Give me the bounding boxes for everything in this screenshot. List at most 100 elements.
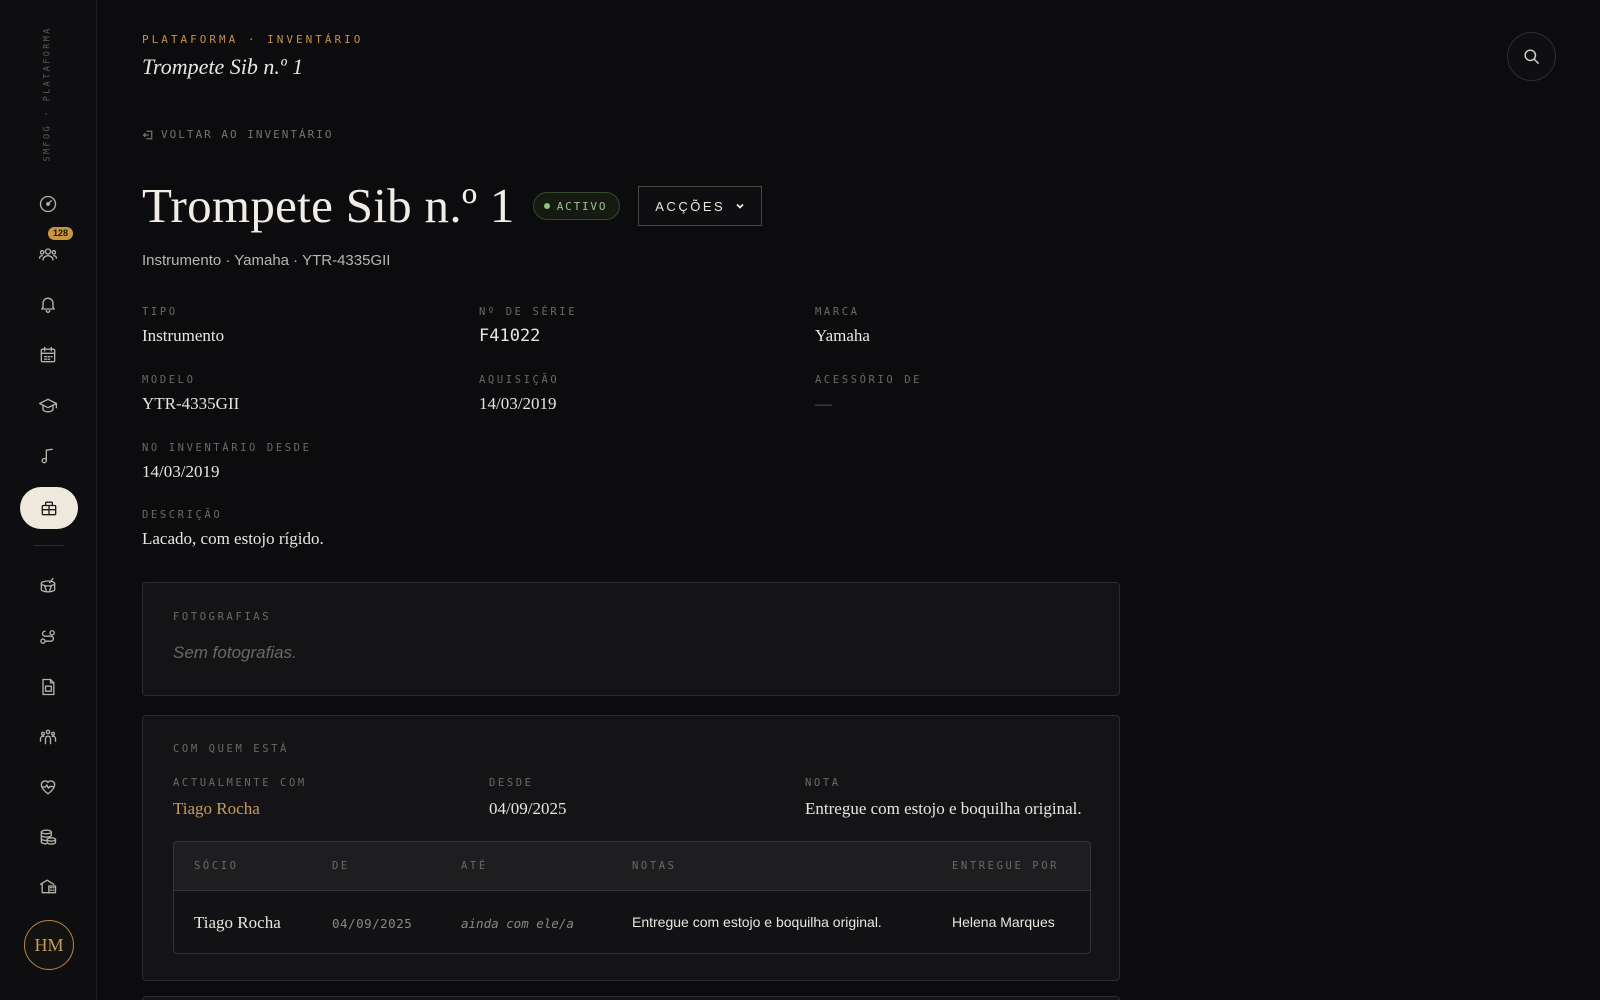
field-serie: Nº DE SÉRIE F41022: [479, 306, 577, 346]
field-value: F41022: [479, 326, 541, 346]
field-label: MODELO: [142, 374, 196, 386]
status-label: ACTIVO: [556, 199, 608, 213]
calendar-icon: [40, 346, 56, 363]
nav-calendar[interactable]: [28, 335, 68, 375]
nav-instruments[interactable]: [28, 566, 68, 606]
note-value: Entregue com estojo e boquilha original.: [805, 799, 1082, 818]
nav-dashboard[interactable]: [28, 184, 68, 224]
avatar-initials: HM: [34, 934, 64, 955]
drum-icon: [40, 577, 56, 593]
column-header-entregue-por: ENTREGUE POR: [952, 860, 1060, 872]
heart-pulse-icon: [40, 780, 56, 795]
field-aquisicao: AQUISIÇÃO 14/03/2019: [479, 374, 559, 414]
item-title-row: Trompete Sib n.º 1 ACTIVO ACÇÕES: [142, 178, 763, 234]
music-note-icon: [41, 448, 53, 464]
field-value: 14/03/2019: [479, 394, 557, 413]
field-label: TIPO: [142, 306, 178, 318]
sidebar: SMFOG · PLATAFORMA 128 HM: [0, 0, 97, 1000]
field-label: AQUISIÇÃO: [479, 374, 560, 386]
graduation-cap-icon: [39, 398, 57, 413]
nav-groups[interactable]: [28, 717, 68, 757]
breadcrumb: PLATAFORMA · INVENTÁRIO: [142, 33, 364, 46]
nav-documents[interactable]: [28, 667, 68, 707]
no-photos-message: Sem fotografias.: [173, 643, 297, 662]
status-dot-icon: [543, 203, 550, 209]
item-subtitle: Instrumento · Yamaha · YTR-4335GII: [142, 252, 391, 269]
building-icon: [39, 879, 57, 894]
search-button[interactable]: [1507, 32, 1556, 81]
item-title: Trompete Sib n.º 1: [142, 178, 515, 233]
nav-health[interactable]: [28, 767, 68, 807]
back-link-label: VOLTAR AO INVENTÁRIO: [161, 128, 334, 141]
column-header-ate: ATÉ: [461, 860, 488, 872]
inventory-icon: [41, 501, 57, 516]
nav-divider: [34, 545, 64, 546]
column-header-socio: SÓCIO: [194, 860, 239, 872]
field-label: DESCRIÇÃO: [142, 509, 223, 521]
cell-entregue-por: Helena Marques: [952, 914, 1055, 930]
route-icon: [40, 630, 55, 644]
nav-facilities[interactable]: [28, 866, 68, 906]
members-icon: [39, 248, 57, 261]
field-acessorio: ACESSÓRIO DE —: [815, 374, 922, 414]
status-badge: ACTIVO: [532, 192, 621, 220]
cell-socio: Tiago Rocha: [194, 913, 281, 932]
dashboard-icon: [39, 195, 57, 213]
field-label: MARCA: [815, 306, 860, 318]
members-count-badge: 128: [48, 227, 74, 240]
cell-ate: ainda com ele/a: [461, 916, 574, 931]
field-value: —: [815, 394, 832, 413]
coins-icon: [40, 829, 57, 845]
document-icon: [42, 678, 55, 696]
current-holder-link[interactable]: Tiago Rocha: [173, 799, 260, 819]
field-value: Instrumento: [142, 326, 225, 345]
cell-notas: Entregue com estojo e boquilha original.: [632, 914, 882, 930]
nav-repertoire[interactable]: [28, 436, 68, 476]
field-modelo: MODELO YTR-4335GII: [142, 374, 239, 414]
nav-school[interactable]: [28, 386, 68, 426]
current-holder-label: ACTUALMENTE COM: [173, 777, 307, 789]
holder-panel: COM QUEM ESTÁ ACTUALMENTE COM Tiago Roch…: [142, 715, 1120, 981]
search-icon: [1524, 49, 1540, 65]
actions-dropdown-button[interactable]: ACÇÕES: [638, 186, 763, 226]
field-label: ACESSÓRIO DE: [815, 374, 923, 386]
field-value: Lacado, com estojo rígido.: [142, 529, 324, 548]
nav-members[interactable]: 128: [28, 227, 74, 274]
nav-notifications[interactable]: [28, 284, 68, 324]
field-inventario: NO INVENTÁRIO DESDE 14/03/2019: [142, 442, 312, 482]
nav-finance[interactable]: [28, 817, 68, 857]
back-arrow-icon: [142, 130, 153, 139]
nav-inventory[interactable]: [20, 487, 78, 529]
since-value: 04/09/2025: [489, 799, 567, 818]
holder-panel-label: COM QUEM ESTÁ: [173, 743, 289, 755]
loan-history-table: SÓCIO DE ATÉ NOTAS ENTREGUE POR Tiago Ro…: [173, 841, 1091, 954]
column-header-notas: NOTAS: [632, 860, 677, 872]
bell-icon: [41, 297, 55, 313]
note-label: NOTA: [805, 777, 841, 789]
chevron-down-icon: [736, 203, 744, 209]
field-value: Yamaha: [815, 326, 870, 345]
back-to-inventory-link[interactable]: VOLTAR AO INVENTÁRIO: [142, 128, 333, 141]
header-title: Trompete Sib n.º 1: [142, 54, 304, 79]
photos-panel-label: FOTOGRAFIAS: [173, 611, 272, 623]
field-label: Nº DE SÉRIE: [479, 306, 578, 318]
nav-routes[interactable]: [28, 617, 68, 657]
since-label: DESDE: [489, 777, 534, 789]
cell-de: 04/09/2025: [332, 916, 413, 931]
field-marca: MARCA Yamaha: [815, 306, 870, 346]
field-label: NO INVENTÁRIO DESDE: [142, 442, 312, 454]
photos-panel: FOTOGRAFIAS Sem fotografias.: [142, 582, 1120, 696]
next-panel-edge: [142, 996, 1120, 1000]
table-row: Tiago Rocha 04/09/2025 ainda com ele/a E…: [174, 891, 1090, 953]
brand-text: SMFOG · PLATAFORMA: [42, 25, 52, 161]
actions-label: ACÇÕES: [655, 198, 726, 214]
field-descricao: DESCRIÇÃO Lacado, com estojo rígido.: [142, 509, 324, 549]
field-value: YTR-4335GII: [142, 394, 240, 413]
table-header: SÓCIO DE ATÉ NOTAS ENTREGUE POR: [174, 842, 1090, 891]
brand-wordmark: SMFOG · PLATAFORMA: [34, 25, 60, 161]
column-header-de: DE: [332, 860, 350, 872]
group-icon: [39, 729, 57, 745]
field-value: 14/03/2019: [142, 462, 220, 481]
field-tipo: TIPO Instrumento: [142, 306, 224, 346]
user-avatar[interactable]: HM: [24, 920, 74, 970]
